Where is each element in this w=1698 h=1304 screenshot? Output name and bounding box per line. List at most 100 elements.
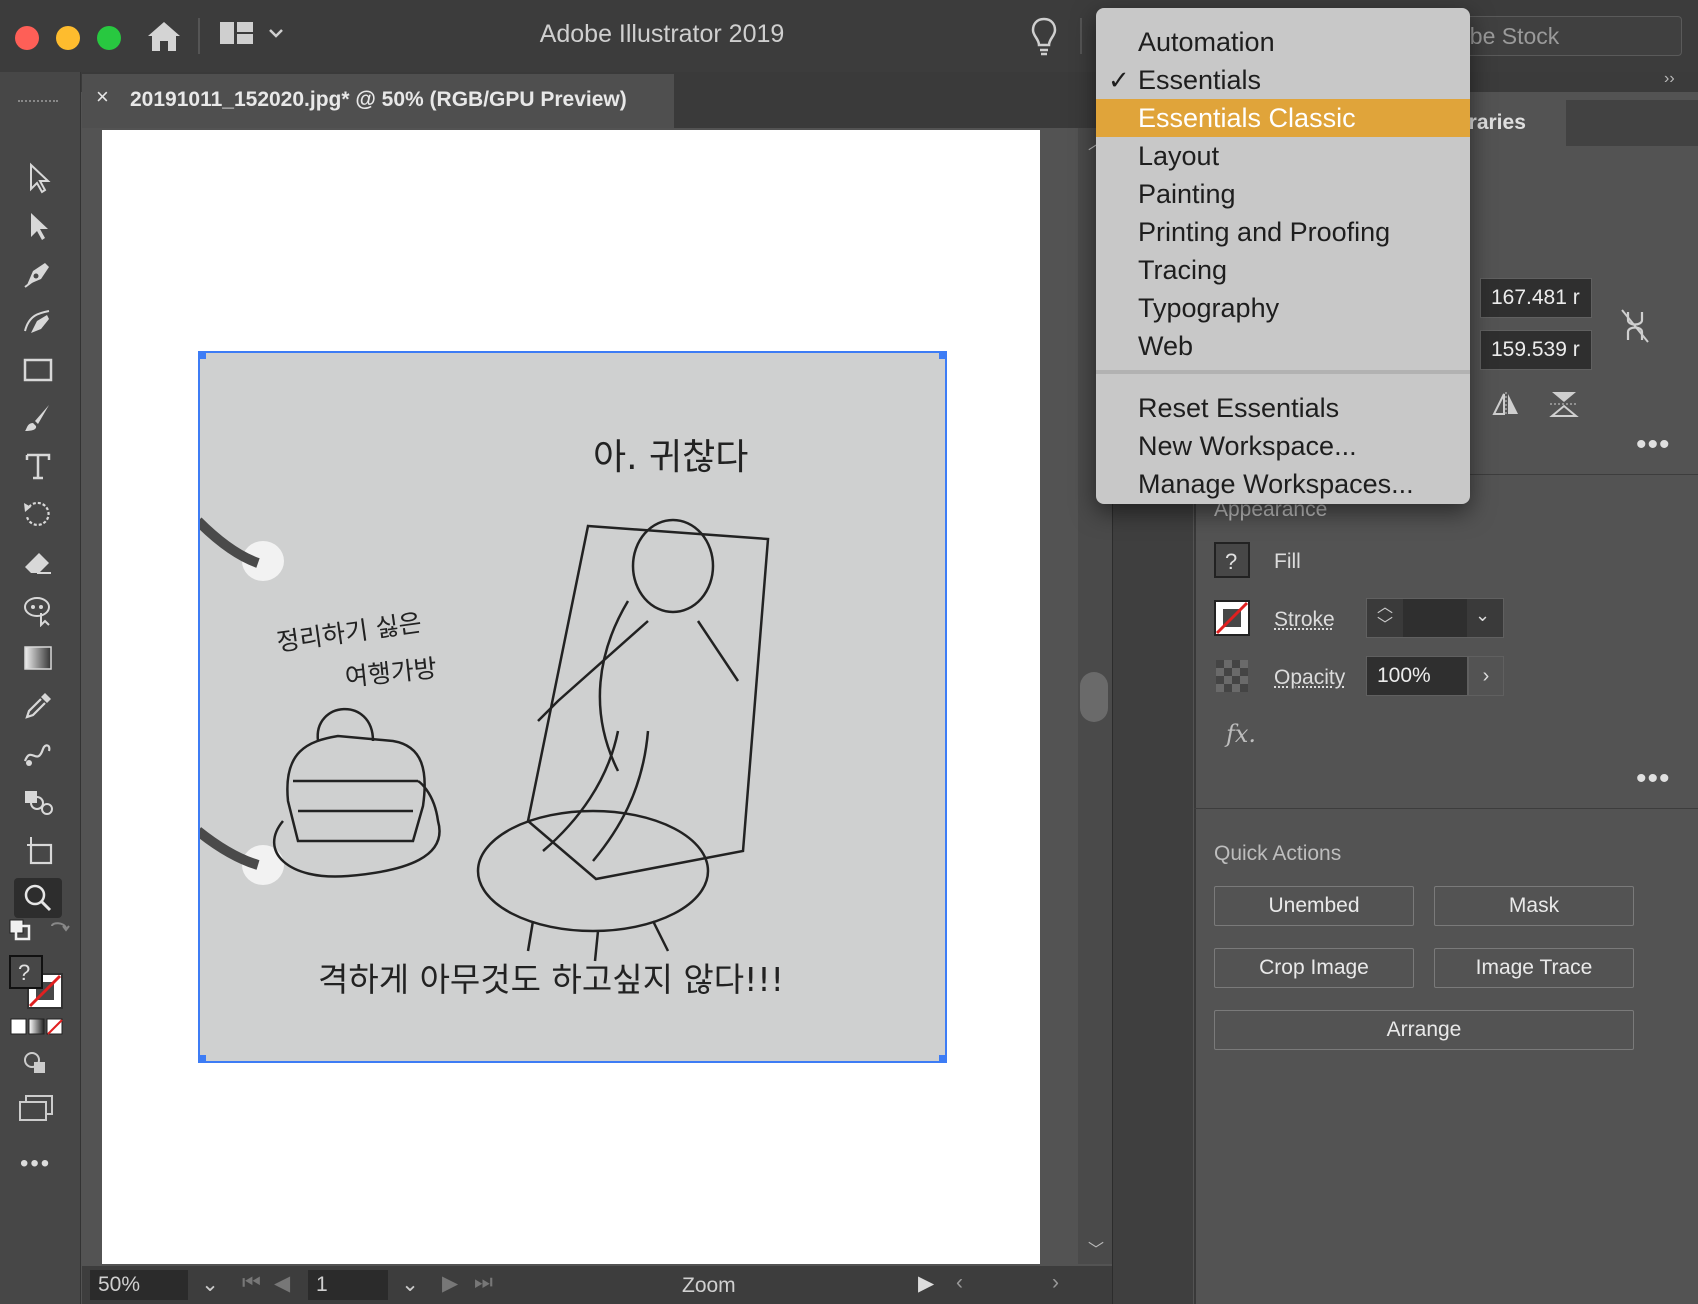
menu-item-label: Tracing xyxy=(1138,255,1228,285)
next-artboard-icon[interactable]: ▶ xyxy=(442,1271,458,1296)
menu-item-painting[interactable]: Painting xyxy=(1096,175,1470,213)
zoom-tool-icon[interactable] xyxy=(14,878,62,918)
fx-effects-icon[interactable]: fx. xyxy=(1226,720,1256,748)
menu-item-essentials[interactable]: ✓ Essentials xyxy=(1096,61,1470,99)
image-trace-button[interactable]: Image Trace xyxy=(1434,948,1634,988)
type-tool-icon[interactable] xyxy=(14,446,62,486)
mask-button[interactable]: Mask xyxy=(1434,886,1634,926)
menu-item-label: Printing and Proofing xyxy=(1138,217,1391,247)
color-mode-icons[interactable] xyxy=(10,1018,64,1041)
blend-tool-icon[interactable] xyxy=(14,734,62,774)
opacity-label[interactable]: Opacity xyxy=(1274,666,1345,690)
previous-artboard-icon[interactable]: ◀ xyxy=(274,1271,290,1296)
drawing-text-bottom: 격하게 아무것도 하고싶지 않다!!! xyxy=(318,960,784,999)
zoom-dropdown-icon[interactable]: ⌄ xyxy=(194,1272,226,1300)
rectangle-tool-icon[interactable] xyxy=(14,350,62,390)
status-tool-name: Zoom xyxy=(682,1274,736,1297)
edit-toolbar-icon[interactable]: ••• xyxy=(20,1150,51,1178)
menu-item-label: Essentials xyxy=(1138,65,1262,95)
checkmark-icon: ✓ xyxy=(1108,65,1130,95)
symbol-sprayer-tool-icon[interactable] xyxy=(14,782,62,822)
artboard-number-field[interactable]: 1 xyxy=(308,1270,388,1300)
height-field[interactable]: 159.539 r xyxy=(1480,330,1592,370)
menu-separator xyxy=(1096,370,1470,374)
menu-item-label: Web xyxy=(1138,331,1194,361)
drawing-text-top: 아. 귀찮다 xyxy=(593,437,748,478)
status-menu-icon[interactable]: ▶ xyxy=(918,1271,934,1296)
stroke-swatch-icon[interactable] xyxy=(1214,600,1250,641)
menu-item-label: Typography xyxy=(1138,293,1280,323)
stroke-label[interactable]: Stroke xyxy=(1274,608,1335,632)
stroke-weight-stepper[interactable]: ︿ ﹀ ⌄ xyxy=(1366,598,1504,638)
eyedropper-tool-icon[interactable] xyxy=(14,686,62,726)
scroll-left-icon[interactable]: ‹ xyxy=(956,1271,963,1295)
default-fill-stroke-icon[interactable] xyxy=(8,918,32,947)
svg-text:?: ? xyxy=(18,960,30,985)
crop-image-button[interactable]: Crop Image xyxy=(1214,948,1414,988)
svg-text:?: ? xyxy=(1225,549,1237,574)
divider xyxy=(1194,808,1698,809)
menu-item-reset-essentials[interactable]: Reset Essentials xyxy=(1096,389,1470,427)
rotate-tool-icon[interactable] xyxy=(14,494,62,534)
scroll-right-icon[interactable]: › xyxy=(1052,1271,1059,1295)
scroll-down-icon[interactable]: ﹀ xyxy=(1088,1236,1104,1260)
menu-item-layout[interactable]: Layout xyxy=(1096,137,1470,175)
gradient-tool-icon[interactable] xyxy=(14,638,62,678)
eraser-tool-icon[interactable] xyxy=(14,542,62,582)
placed-image[interactable]: 아. 귀찮다 정리하기 싫은 여행가방 격하게 아무것도 하고싶지 않다!!! xyxy=(194,351,947,1063)
screen-mode-icon[interactable] xyxy=(18,1094,54,1127)
opacity-icon xyxy=(1216,660,1248,697)
document-tab-title: 20191011_152020.jpg* @ 50% (RGB/GPU Prev… xyxy=(130,88,627,111)
stroke-increase-icon[interactable]: ︿ xyxy=(1377,599,1393,617)
unembed-button[interactable]: Unembed xyxy=(1214,886,1414,926)
stroke-decrease-icon[interactable]: ﹀ xyxy=(1377,617,1393,635)
puppet-warp-tool-icon[interactable] xyxy=(14,590,62,630)
menu-item-essentials-classic[interactable]: Essentials Classic xyxy=(1096,99,1470,137)
menu-item-automation[interactable]: Automation xyxy=(1096,23,1470,61)
curvature-tool-icon[interactable] xyxy=(14,302,62,342)
menu-item-manage-workspaces[interactable]: Manage Workspaces... xyxy=(1096,465,1470,503)
stroke-dropdown-icon[interactable]: ⌄ xyxy=(1475,605,1490,626)
divider xyxy=(1080,18,1082,54)
discover-lightbulb-icon[interactable] xyxy=(1030,16,1058,61)
menu-item-label: Painting xyxy=(1138,179,1236,209)
flip-vertical-icon[interactable] xyxy=(1548,390,1580,423)
menu-item-typography[interactable]: Typography xyxy=(1096,289,1470,327)
opacity-expand-icon[interactable]: › xyxy=(1468,656,1504,696)
drawing-modes-icon[interactable] xyxy=(22,1050,48,1081)
paintbrush-tool-icon[interactable] xyxy=(14,398,62,438)
selection-tool-icon[interactable] xyxy=(14,158,62,198)
constrain-proportions-icon[interactable] xyxy=(1618,306,1652,351)
stroke-weight-field[interactable] xyxy=(1403,599,1467,637)
status-bar: 50% ⌄ ⏮ ◀ 1 ⌄ ▶ ⏭ Zoom ▶ ‹ › xyxy=(82,1266,1112,1304)
last-artboard-icon[interactable]: ⏭ xyxy=(474,1271,493,1295)
menu-item-new-workspace[interactable]: New Workspace... xyxy=(1096,427,1470,465)
tools-panel: ? ••• xyxy=(0,72,81,1304)
transform-more-options-icon[interactable]: ••• xyxy=(1636,428,1671,462)
close-document-icon[interactable]: × xyxy=(96,84,109,110)
arrange-button[interactable]: Arrange xyxy=(1214,1010,1634,1050)
direct-selection-tool-icon[interactable] xyxy=(14,206,62,246)
fill-label: Fill xyxy=(1274,550,1301,573)
menu-item-label: Automation xyxy=(1138,27,1275,57)
menu-item-label: Essentials Classic xyxy=(1138,103,1356,133)
collapse-panels-icon[interactable]: ›› xyxy=(1664,70,1675,88)
swap-fill-stroke-icon[interactable] xyxy=(48,918,72,947)
flip-horizontal-icon[interactable] xyxy=(1490,390,1522,423)
first-artboard-icon[interactable]: ⏮ xyxy=(242,1271,261,1295)
vertical-scroll-thumb[interactable] xyxy=(1080,672,1108,722)
menu-item-printing-and-proofing[interactable]: Printing and Proofing xyxy=(1096,213,1470,251)
toolbar-grip[interactable] xyxy=(18,100,58,106)
fill-stroke-swatches[interactable]: ? xyxy=(8,954,68,1019)
menu-item-tracing[interactable]: Tracing xyxy=(1096,251,1470,289)
fill-swatch-icon[interactable]: ? xyxy=(1214,542,1250,583)
menu-item-web[interactable]: Web xyxy=(1096,327,1470,365)
artboard-dropdown-icon[interactable]: ⌄ xyxy=(394,1272,426,1300)
menu-item-label: Layout xyxy=(1138,141,1220,171)
artboard-tool-icon[interactable] xyxy=(14,830,62,870)
opacity-field[interactable]: 100% xyxy=(1366,656,1468,696)
appearance-more-options-icon[interactable]: ••• xyxy=(1636,762,1671,796)
width-field[interactable]: 167.481 r xyxy=(1480,278,1592,318)
zoom-level-field[interactable]: 50% xyxy=(90,1270,188,1300)
pen-tool-icon[interactable] xyxy=(14,254,62,294)
